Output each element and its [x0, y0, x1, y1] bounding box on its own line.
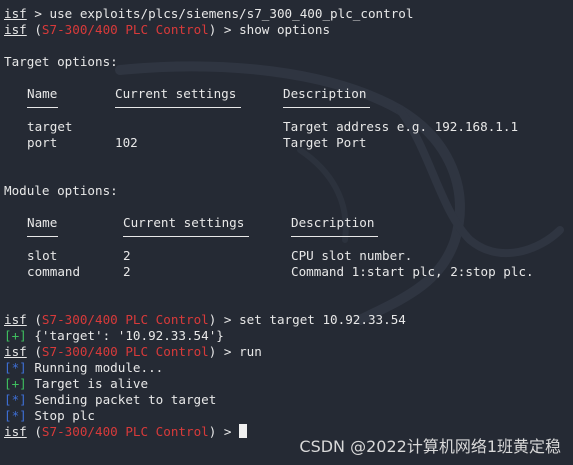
command-text: > use exploits/plcs/siemens/s7_300_400_p… [26, 6, 414, 21]
header-underline [291, 236, 378, 237]
info-tag: [*] [4, 360, 27, 375]
option-name: port [27, 135, 58, 150]
command-text: ) > set target 10.92.33.54 [208, 312, 406, 327]
column-header-current: Current settings [123, 215, 245, 230]
output-line-stop: [*] Stop plc [4, 408, 95, 424]
output-text: {'target': '10.92.33.54'} [26, 328, 224, 343]
column-header-description: Description [283, 86, 367, 101]
prompt-label: isf [4, 22, 27, 37]
option-name: target [27, 119, 73, 134]
command-text: ) > [208, 424, 240, 439]
watermark: CSDN @2022计算机网络1班黄定稳 [299, 437, 561, 456]
output-line-sending: [*] Sending packet to target [4, 392, 216, 408]
option-value: 2 [123, 264, 131, 279]
option-description: Command 1:start plc, 2:stop plc. [291, 264, 534, 279]
command-text: ) > run [208, 344, 262, 359]
output-line-running: [*] Running module... [4, 360, 163, 376]
module-name: S7-300/400 PLC Control [41, 344, 209, 359]
text-cursor[interactable] [239, 424, 248, 438]
prompt-label: isf [4, 424, 27, 439]
section-heading-module-options: Module options: [4, 183, 118, 198]
option-description: CPU slot number. [291, 248, 413, 263]
output-line-set-result: [+] {'target': '10.92.33.54'} [4, 328, 224, 344]
header-underline [27, 107, 58, 108]
prompt-label: isf [4, 6, 27, 21]
option-description: Target address e.g. 192.168.1.1 [283, 119, 519, 134]
success-tag: [+] [4, 376, 27, 391]
output-line-alive: [+] Target is alive [4, 376, 148, 392]
prompt-label: isf [4, 312, 27, 327]
output-text: Running module... [26, 360, 164, 375]
module-name: S7-300/400 PLC Control [41, 22, 209, 37]
output-text: Target is alive [26, 376, 149, 391]
option-name: command [27, 264, 81, 279]
command-line-current[interactable]: isf (S7-300/400 PLC Control) > [4, 424, 248, 440]
header-underline [283, 107, 370, 108]
command-line-use: isf > use exploits/plcs/siemens/s7_300_4… [4, 6, 413, 22]
command-line-show-options: isf (S7-300/400 PLC Control) > show opti… [4, 22, 331, 37]
output-text: Stop plc [26, 408, 95, 423]
info-tag: [*] [4, 408, 27, 423]
header-underline [123, 236, 249, 237]
prompt-label: isf [4, 344, 27, 359]
header-underline [27, 236, 58, 237]
command-text: ) > show options [208, 22, 331, 37]
column-header-name: Name [27, 215, 58, 230]
header-underline [115, 107, 241, 108]
command-line-set-target: isf (S7-300/400 PLC Control) > set targe… [4, 312, 406, 327]
command-line-run: isf (S7-300/400 PLC Control) > run [4, 344, 262, 359]
option-value: 102 [115, 135, 138, 150]
module-name: S7-300/400 PLC Control [41, 424, 209, 439]
info-tag: [*] [4, 392, 27, 407]
module-name: S7-300/400 PLC Control [41, 312, 209, 327]
column-header-name: Name [27, 86, 58, 101]
section-heading-target-options: Target options: [4, 54, 118, 69]
column-header-description: Description [291, 215, 375, 230]
column-header-current: Current settings [115, 86, 237, 101]
option-description: Target Port [283, 135, 367, 150]
success-tag: [+] [4, 328, 27, 343]
option-name: slot [27, 248, 58, 263]
option-value: 2 [123, 248, 131, 263]
terminal-window[interactable]: isf > use exploits/plcs/siemens/s7_300_4… [4, 6, 573, 465]
output-text: Sending packet to target [26, 392, 217, 407]
